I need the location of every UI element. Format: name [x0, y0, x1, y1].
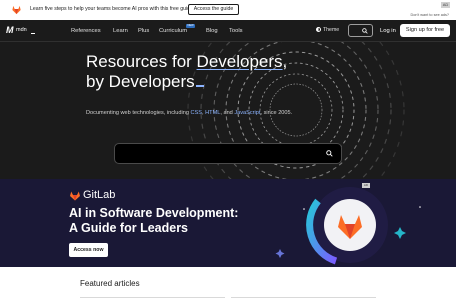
nav-learn[interactable]: Learn [113, 28, 128, 34]
featured-section: Featured articles [0, 267, 456, 300]
mdn-logo-mark: M [6, 25, 14, 35]
nav-search-button[interactable] [348, 24, 373, 37]
access-guide-button[interactable]: Access the guide [188, 4, 239, 15]
featured-heading: Featured articles [80, 279, 140, 288]
ad-badge[interactable]: AD [362, 183, 370, 188]
css-link[interactable]: CSS [190, 110, 202, 116]
login-link[interactable]: Log in [380, 28, 396, 34]
ad-headline-line1: AI in Software Development: [69, 206, 239, 220]
hero-title: Resources for Developers, by Developers [86, 52, 326, 92]
hero-title-prefix: Resources for [86, 52, 197, 71]
gitlab-fox-icon [70, 191, 80, 201]
new-badge: NEW [186, 24, 195, 28]
hero-subtitle: Documenting web technologies, including … [86, 110, 292, 116]
theme-label: Theme [323, 27, 340, 33]
no-ads-link[interactable]: Don't want to see ads? [410, 13, 449, 17]
hero-title-comma: , [282, 52, 288, 71]
gitlab-ad[interactable]: GitLab AI in Software Development: A Gui… [0, 179, 456, 267]
promo-text: Learn five steps to help your teams beco… [30, 6, 195, 12]
promo-banner: Learn five steps to help your teams beco… [0, 0, 456, 20]
javascript-link[interactable]: JavaScript [234, 110, 260, 116]
theme-icon [316, 27, 321, 32]
theme-toggle[interactable]: Theme [316, 27, 339, 33]
mdn-logo-text: mdn [16, 27, 27, 33]
nav-blog[interactable]: Blog [206, 28, 218, 34]
gitlab-logo-icon [12, 5, 21, 15]
nav-curriculum[interactable]: Curriculum [159, 28, 187, 34]
hero-section: Resources for Developers, by Developers … [0, 42, 456, 179]
hero-cursor-icon [195, 85, 204, 87]
nav-plus[interactable]: Plus [138, 28, 149, 34]
hero-search-input[interactable] [114, 143, 342, 164]
signup-button[interactable]: Sign up for free [400, 24, 450, 37]
ad-headline-line2: A Guide for Leaders [69, 221, 189, 235]
hero-title-developers: Developers [196, 52, 283, 71]
mdn-logo[interactable]: M mdn [6, 25, 36, 37]
hero-sub-sep2: , and [220, 110, 235, 116]
search-icon[interactable] [326, 150, 333, 157]
ad-headline: AI in Software Development: A Guide for … [69, 206, 269, 236]
access-now-button[interactable]: Access now [69, 243, 108, 257]
hero-sub-prefix: Documenting web technologies, including [86, 110, 191, 116]
ad-marker[interactable]: AD [441, 2, 450, 8]
nav-tools[interactable]: Tools [229, 28, 243, 34]
search-icon [362, 28, 368, 34]
nav-references[interactable]: References [71, 28, 101, 34]
html-link[interactable]: HTML [205, 110, 220, 116]
hero-sub-suffix: , since 2005. [260, 110, 293, 116]
main-nav: M mdn References Learn Plus Curriculum N… [0, 20, 456, 42]
gitlab-name: GitLab [83, 189, 116, 201]
logo-cursor-icon [31, 33, 35, 34]
hero-title-line2: by Developers [86, 72, 195, 91]
